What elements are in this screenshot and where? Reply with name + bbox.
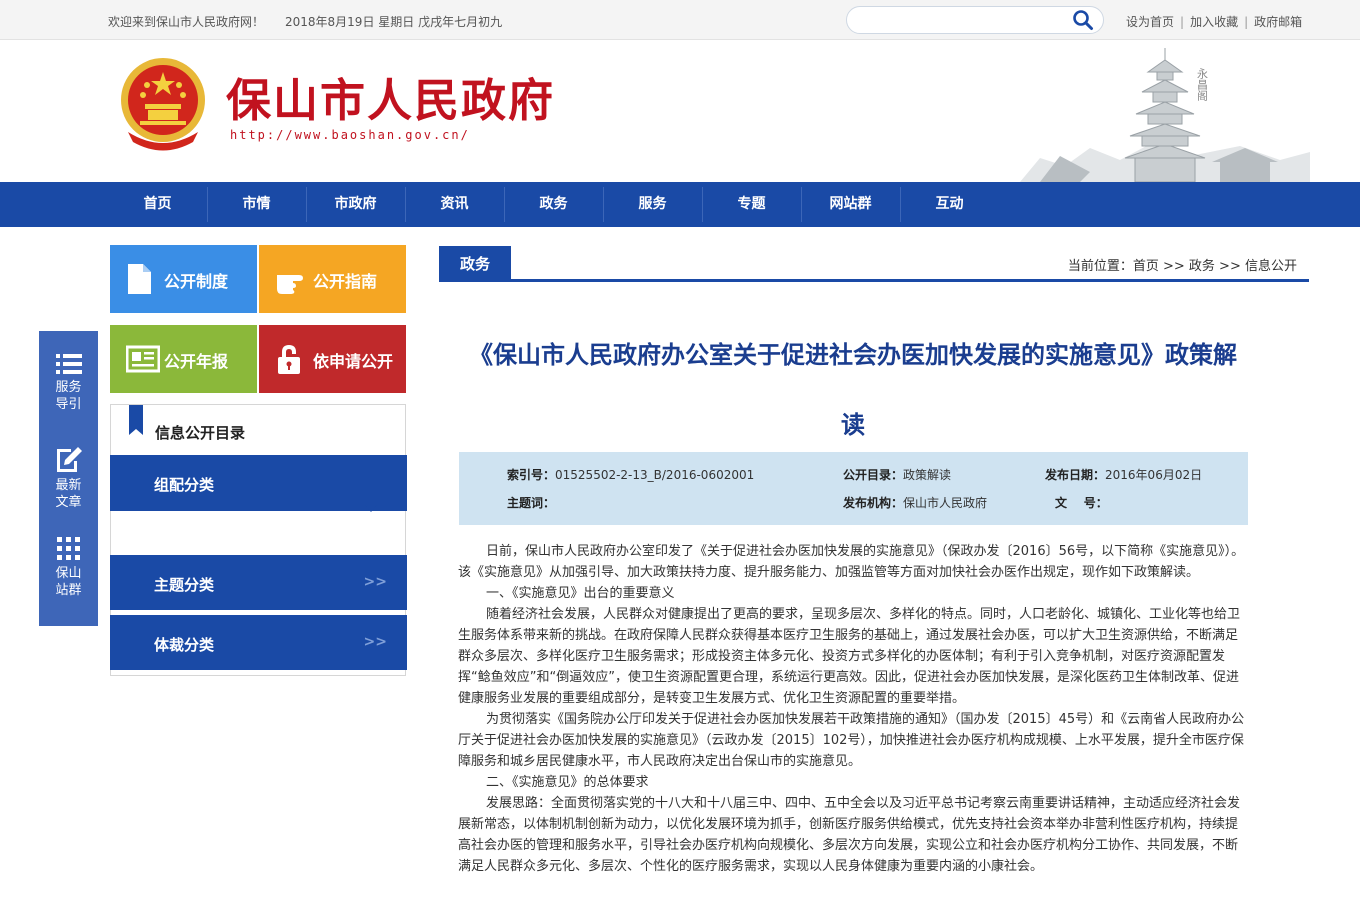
search-box <box>846 6 1104 34</box>
disclosure-guide-label: 公开指南 <box>313 272 378 291</box>
apply-disclosure-tile[interactable]: 依申请公开 <box>259 325 406 393</box>
service-guide-button[interactable]: 服务 导引 <box>39 353 98 413</box>
breadcrumb: 当前位置：首页 >> 政务 >> 信息公开 <box>1068 255 1297 274</box>
meta-catalog: 公开目录：政策解读 <box>843 468 952 482</box>
edit-icon <box>56 447 82 472</box>
chevron-right-icon: >> <box>363 634 387 650</box>
add-favorite-link[interactable]: 加入收藏 <box>1190 15 1238 29</box>
pagoda-caption: 永昌阁 <box>1196 67 1209 102</box>
section-header: 政务 当前位置：首页 >> 政务 >> 信息公开 <box>439 244 1309 282</box>
annual-report-label: 公开年报 <box>164 352 229 371</box>
lock-icon <box>278 345 300 374</box>
article-heading: 二、《实施意见》的总体要求 <box>486 775 649 790</box>
breadcrumb-prefix: 当前位置： <box>1067 259 1133 274</box>
annual-report-tile[interactable]: 公开年报 <box>110 325 257 393</box>
float-sidebar: 服务 导引 最新 文章 保山 站群 <box>39 331 98 626</box>
disclosure-system-tile[interactable]: 公开制度 <box>110 245 257 313</box>
list-icon <box>55 354 82 374</box>
main-nav: 首页 市情 市政府 资讯 政务 服务 专题 网站群 互动 <box>0 182 1360 227</box>
dropdown-indicator-icon <box>365 505 377 512</box>
article-paragraph: 发展思路：全面贯彻落实党的十八大和十八届三中、四中、五中全会以及习近平总书记考察… <box>458 796 1241 874</box>
info-catalog-panel: 信息公开目录 组配分类 主题分类 >> 体裁分类 >> <box>110 404 407 676</box>
article-meta: 索引号：01525502-2-13_B/2016-0602001 公开目录：政策… <box>459 452 1248 525</box>
document-icon <box>128 264 151 294</box>
breadcrumb-separator: >> <box>1214 259 1245 274</box>
meta-index: 索引号：01525502-2-13_B/2016-0602001 <box>507 468 755 482</box>
nav-site-group[interactable]: 网站群 <box>801 182 900 227</box>
grid-icon <box>56 537 80 560</box>
catalog-group-category[interactable]: 组配分类 <box>110 455 407 512</box>
meta-date: 发布日期：2016年06月02日 <box>1045 468 1203 482</box>
breadcrumb-gov-affairs[interactable]: 政务 <box>1189 259 1215 274</box>
meta-keywords: 主题词： <box>507 496 556 510</box>
section-tab: 政务 <box>439 246 511 282</box>
catalog-topic-label: 主题分类 <box>154 576 215 594</box>
disclosure-system-label: 公开制度 <box>164 272 229 291</box>
site-title: 保山市人民政府 <box>226 74 556 127</box>
article-heading: 一、《实施意见》出台的重要意义 <box>486 586 675 601</box>
article-paragraph: 随着经济社会发展，人民群众对健康提出了更高的要求，呈现多层次、多样化的特点。同时… <box>458 607 1241 706</box>
catalog-topic-category[interactable]: 主题分类 >> <box>110 555 407 610</box>
catalog-title: 信息公开目录 <box>155 424 246 442</box>
catalog-group-label: 组配分类 <box>154 476 215 494</box>
site-url: http://www.baoshan.gov.cn/ <box>230 128 470 142</box>
nav-city-info[interactable]: 市情 <box>207 182 306 227</box>
meta-org: 发布机构：保山市人民政府 <box>843 496 988 510</box>
nav-news[interactable]: 资讯 <box>405 182 504 227</box>
nav-home[interactable]: 首页 <box>108 182 207 227</box>
newspaper-icon <box>126 345 160 373</box>
national-emblem-icon <box>121 58 205 151</box>
nav-interaction[interactable]: 互动 <box>900 182 999 227</box>
top-links: 设为首页 | 加入收藏 | 政府邮箱 <box>1126 15 1303 29</box>
gov-mail-link[interactable]: 政府邮箱 <box>1254 15 1302 29</box>
chevron-right-icon: >> <box>363 574 387 590</box>
apply-disclosure-label: 依申请公开 <box>313 352 394 371</box>
nav-services[interactable]: 服务 <box>603 182 702 227</box>
set-homepage-link[interactable]: 设为首页 <box>1126 15 1174 29</box>
breadcrumb-home[interactable]: 首页 <box>1133 259 1159 274</box>
site-group-button[interactable]: 保山 站群 <box>39 537 98 599</box>
article-body: 日前，保山市人民政府办公室印发了《关于促进社会办医加快发展的实施意见》（保政办发… <box>458 541 1248 877</box>
service-guide-label: 服务 导引 <box>55 380 82 412</box>
breadcrumb-info-disclosure[interactable]: 信息公开 <box>1245 259 1297 274</box>
catalog-genre-category[interactable]: 体裁分类 >> <box>110 615 407 670</box>
pointing-hand-icon <box>277 275 303 294</box>
article-paragraph: 日前，保山市人民政府办公室印发了《关于促进社会办医加快发展的实施意见》（保政办发… <box>458 544 1245 580</box>
nav-city-gov[interactable]: 市政府 <box>306 182 405 227</box>
latest-articles-label: 最新 文章 <box>55 478 82 510</box>
article-paragraph: 为贯彻落实《国务院办公厅印发关于促进社会办医加快发展若干政策措施的通知》（国办发… <box>458 712 1245 769</box>
site-group-label: 保山 站群 <box>55 566 82 598</box>
disclosure-guide-tile[interactable]: 公开指南 <box>259 245 406 313</box>
meta-docno: 文 号： <box>1055 496 1108 510</box>
welcome-text: 欢迎来到保山市人民政府网！ <box>108 15 265 29</box>
search-input[interactable] <box>859 11 1069 30</box>
latest-articles-button[interactable]: 最新 文章 <box>39 445 98 511</box>
site-header: 保山市人民政府 http://www.baoshan.gov.cn/ 永昌阁 <box>0 40 1360 182</box>
bookmark-icon <box>129 405 143 435</box>
nav-gov-affairs[interactable]: 政务 <box>504 182 603 227</box>
article-title: 《保山市人民政府办公室关于促进社会办医加快发展的实施意见》政策解读 <box>469 340 1237 439</box>
nav-topics[interactable]: 专题 <box>702 182 801 227</box>
search-icon[interactable] <box>1072 9 1094 31</box>
catalog-genre-label: 体裁分类 <box>154 636 215 654</box>
top-bar: 欢迎来到保山市人民政府网！ 2018年8月19日 星期日 戊戌年七月初九 设为首… <box>0 0 1360 40</box>
breadcrumb-separator: >> <box>1158 259 1189 274</box>
pagoda-illustration: 永昌阁 <box>1020 48 1310 182</box>
date-text: 2018年8月19日 星期日 戊戌年七月初九 <box>285 15 503 29</box>
